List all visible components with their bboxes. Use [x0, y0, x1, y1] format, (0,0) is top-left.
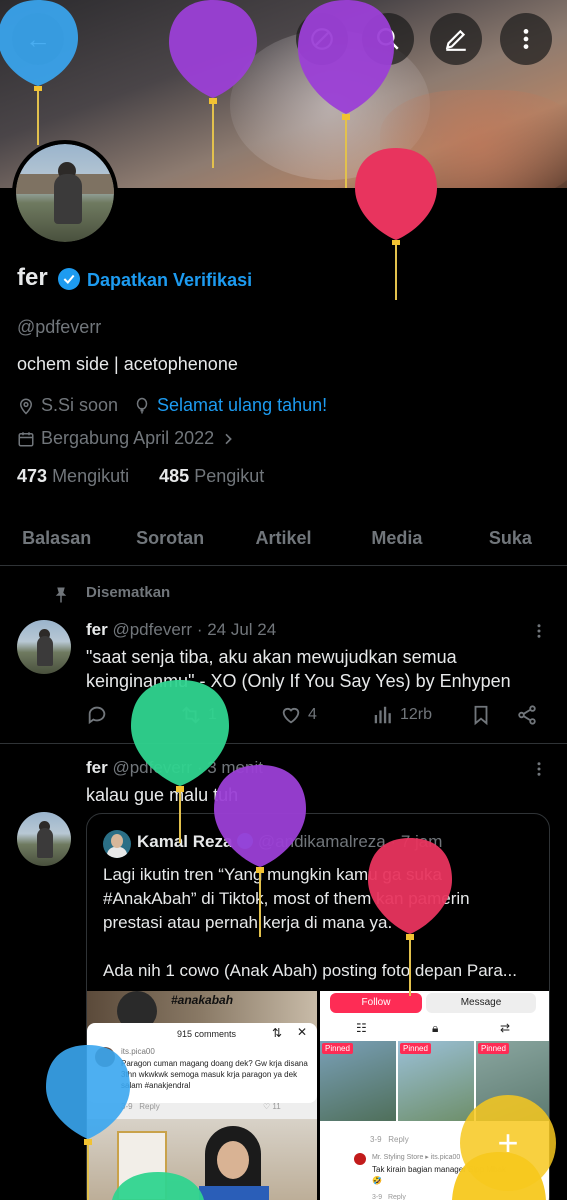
- reply-age: 3-9 Reply: [370, 1135, 409, 1144]
- profile-tabs: Balasan Sorotan Artikel Media Suka: [0, 512, 567, 566]
- balloon-red-icon: [355, 148, 437, 300]
- avatar-photo: [16, 144, 114, 242]
- balloon-blue-icon: [0, 0, 78, 145]
- media-hashtag: #anakabah: [171, 993, 234, 1007]
- tweet-author[interactable]: fer: [86, 620, 108, 639]
- edit-button[interactable]: [430, 13, 482, 65]
- pinned-badge: Pinned: [322, 1043, 353, 1054]
- tab-balasan[interactable]: Balasan: [0, 512, 113, 565]
- quote-avatar: [103, 830, 131, 858]
- grid-icon: ☷: [356, 1021, 367, 1035]
- chevron-right-icon: [225, 433, 232, 444]
- tweet-avatar[interactable]: [17, 812, 71, 866]
- calendar-icon: [18, 431, 34, 446]
- pinned-label: Disematkan: [86, 584, 171, 601]
- media-comments-count: 915 comments: [177, 1029, 237, 1039]
- location-icon: [19, 398, 33, 415]
- balloon-purple-icon: [169, 0, 257, 168]
- verified-badge-icon: [58, 268, 80, 290]
- bookmark-button[interactable]: [470, 704, 516, 726]
- pin-icon: [55, 587, 67, 603]
- repost-icon: ⇄: [500, 1021, 511, 1035]
- tweet-avatar[interactable]: [17, 620, 71, 674]
- tab-artikel[interactable]: Artikel: [227, 512, 340, 565]
- bookmark-icon: [474, 705, 488, 726]
- quote-text: Lagi ikutin tren “Yang mungkin kamu ga s…: [103, 865, 517, 980]
- joined-row[interactable]: Bergabung April 2022: [17, 428, 236, 449]
- follow-stats: 473 Mengikuti 485 Pengikut: [17, 466, 264, 487]
- pinned-badge: Pinned: [400, 1043, 431, 1054]
- store-name: Mr. Styling Store ▸ its.pica00: [372, 1154, 461, 1161]
- more-button[interactable]: [500, 13, 552, 65]
- views-button[interactable]: 12rb: [372, 704, 470, 726]
- joined-text: Bergabung April 2022: [41, 428, 215, 448]
- reply-icon: [88, 706, 106, 725]
- lock-icon: 🔒︎: [432, 1021, 439, 1035]
- profile-avatar[interactable]: [12, 140, 118, 246]
- store-avatar: [354, 1153, 366, 1165]
- get-verified-link[interactable]: Dapatkan Verifikasi: [87, 270, 252, 291]
- pinned-badge: Pinned: [478, 1043, 509, 1054]
- following-link[interactable]: 473 Mengikuti: [17, 466, 129, 486]
- tweet-author[interactable]: fer: [86, 758, 108, 777]
- like-button[interactable]: 4: [280, 704, 372, 726]
- followers-link[interactable]: 485 Pengikut: [159, 466, 264, 486]
- more-icon: [523, 29, 529, 49]
- balloon-green-icon: [112, 1172, 204, 1200]
- pinned-tweet-header: fer @pdfeverr · 24 Jul 24: [86, 620, 276, 640]
- profile-name: fer: [17, 264, 48, 291]
- profile-handle: @pdfeverr: [17, 317, 102, 337]
- views-icon: [374, 706, 391, 724]
- heart-icon: [282, 707, 300, 724]
- sort-icon: ⇅: [272, 1026, 283, 1040]
- tab-sorotan[interactable]: Sorotan: [113, 512, 226, 565]
- share-icon: [518, 705, 536, 725]
- balloon-red-icon: [368, 838, 452, 996]
- balloon-icon: [136, 397, 148, 413]
- comment-likes: ♡ 11: [263, 1102, 281, 1111]
- comment-text: Paragon cuman magang doang dek? Gw krja …: [121, 1059, 308, 1090]
- tweet-time: · 24 Jul 24: [196, 620, 277, 639]
- tweet-handle: @pdfeverr: [112, 620, 193, 639]
- location-text: S.Si soon: [41, 395, 119, 415]
- edit-icon: [445, 29, 466, 51]
- birthday-row[interactable]: Selamat ulang tahun!: [133, 395, 327, 416]
- balloon-purple-icon: [214, 765, 306, 937]
- tab-suka[interactable]: Suka: [454, 512, 567, 565]
- location-row: S.Si soon: [17, 395, 118, 416]
- tab-media[interactable]: Media: [340, 512, 453, 565]
- tweet-more-icon[interactable]: [530, 760, 548, 778]
- share-button[interactable]: [516, 704, 538, 726]
- balloon-yellow-icon: [452, 1152, 546, 1200]
- close-icon: ✕: [297, 1025, 308, 1039]
- tweet-more-icon[interactable]: [530, 622, 548, 640]
- tweet-divider: [0, 743, 567, 744]
- store-comment-age: 3-9 Reply: [372, 1194, 406, 1200]
- profile-bio: ochem side | acetophenone: [17, 354, 238, 374]
- birthday-text[interactable]: Selamat ulang tahun!: [157, 395, 327, 416]
